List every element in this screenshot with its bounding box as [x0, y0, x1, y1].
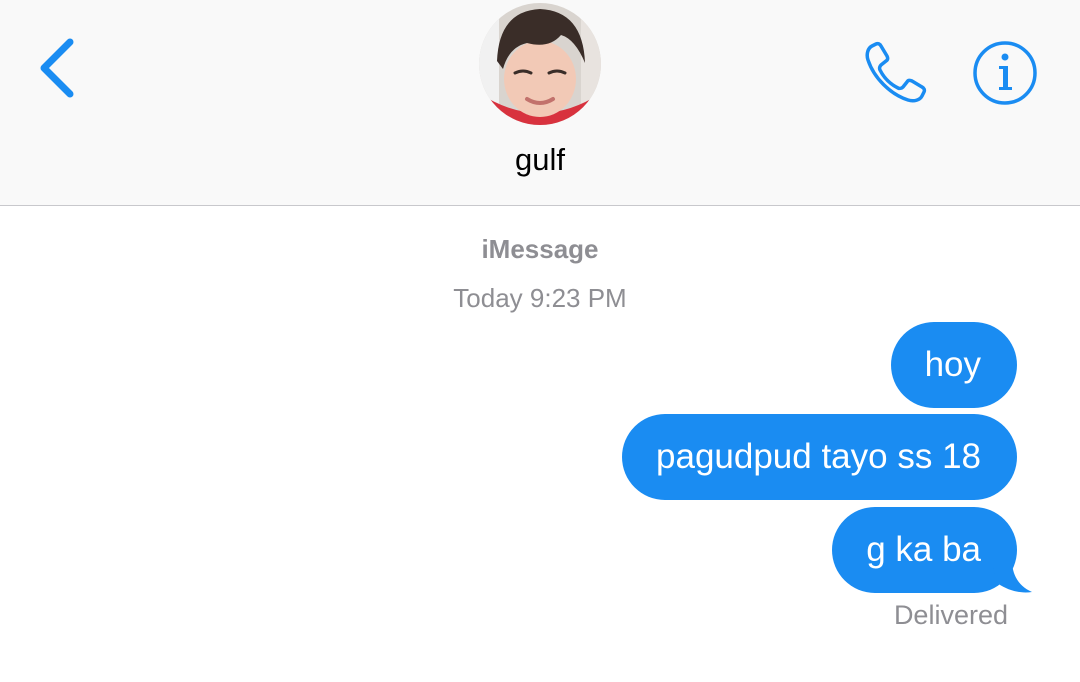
contact-avatar[interactable] [479, 3, 601, 125]
chevron-left-icon [40, 38, 74, 98]
service-label: iMessage [481, 234, 599, 264]
info-button[interactable] [972, 40, 1038, 106]
sent-message-bubble[interactable]: pagudpud tayo ss 18 [622, 414, 1017, 500]
phone-icon [865, 41, 927, 103]
info-icon [973, 41, 1037, 105]
sent-message-bubble[interactable]: g ka ba [832, 507, 1017, 593]
sent-message-bubble[interactable]: hoy [890, 322, 1017, 408]
message-timestamp: Today 9:23 PM [453, 283, 627, 313]
bubble-tail [992, 560, 1032, 594]
back-button[interactable] [30, 30, 90, 105]
messages-screen: gulf iMessage Today 9:23 PM hoy pagudpud… [0, 0, 1080, 682]
contact-name[interactable]: gulf [390, 142, 690, 178]
conversation-header: gulf [0, 0, 1080, 206]
call-button[interactable] [860, 36, 932, 108]
avatar-photo [479, 3, 601, 125]
delivery-status: Delivered [893, 600, 1008, 630]
